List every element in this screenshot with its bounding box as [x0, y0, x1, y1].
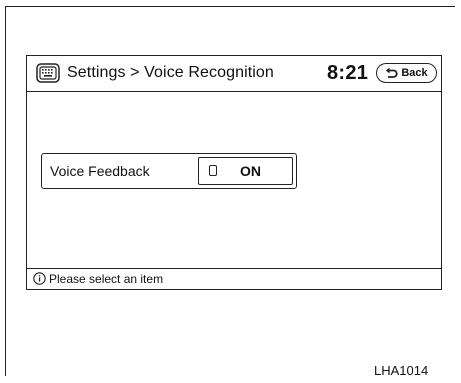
voice-feedback-toggle[interactable]: ON — [198, 157, 293, 185]
settings-screen: Settings > Voice Recognition 8:21 Back V… — [26, 55, 442, 290]
figure-code: LHA1014 — [374, 363, 429, 378]
back-button-label: Back — [401, 67, 428, 79]
clock: 8:21 — [327, 62, 369, 84]
voice-feedback-row[interactable]: Voice Feedback ON — [41, 153, 297, 189]
status-bar: Please select an item — [27, 268, 441, 289]
header-bar: Settings > Voice Recognition 8:21 Back — [27, 56, 441, 92]
toggle-indicator-icon — [209, 165, 217, 176]
info-icon — [33, 272, 46, 285]
toggle-value: ON — [240, 163, 261, 179]
back-arrow-icon — [386, 67, 398, 78]
keyboard-menu-icon[interactable] — [36, 63, 60, 83]
voice-feedback-label: Voice Feedback — [50, 163, 150, 179]
status-message: Please select an item — [49, 272, 164, 286]
back-button[interactable]: Back — [376, 63, 437, 83]
page-title: Settings > Voice Recognition — [67, 64, 274, 81]
